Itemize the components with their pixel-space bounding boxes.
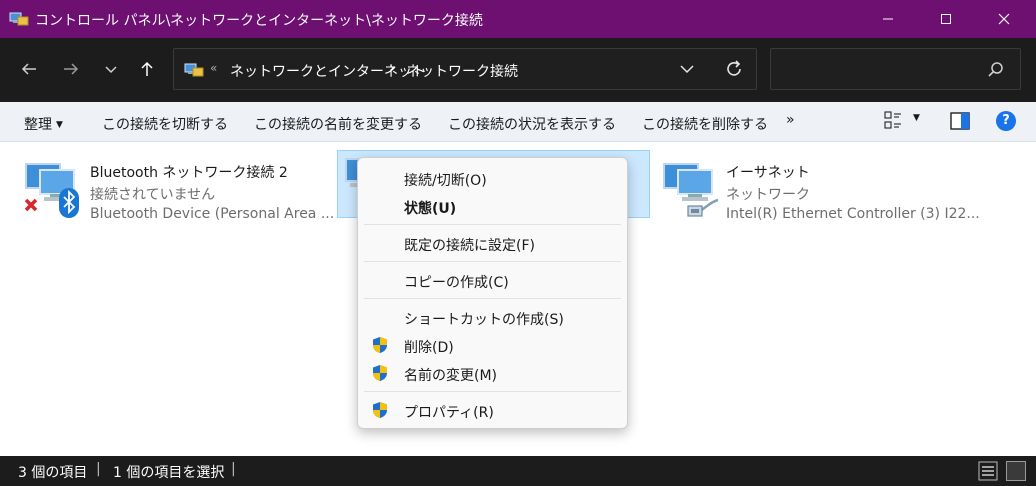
menu-item-connect-disconnect[interactable]: 接続/切断(O) (404, 170, 487, 190)
menu-separator (364, 391, 621, 392)
context-menu: 接続/切断(O) 状態(U) 既定の接続に設定(F) コピーの作成(C) ショー… (357, 157, 628, 429)
connection-item-ethernet[interactable]: イーサネット ネットワーク Intel(R) Ethernet Controll… (658, 150, 988, 222)
address-bar[interactable]: « ネットワークとインターネット › ネットワーク接続 (173, 48, 757, 90)
connection-device: Bluetooth Device (Personal Area ... (90, 206, 335, 222)
up-button[interactable] (132, 54, 162, 84)
refresh-icon[interactable] (722, 57, 746, 81)
large-icons-view-icon[interactable] (1006, 461, 1026, 481)
view-status-button[interactable]: この接続の状況を表示する (448, 114, 616, 134)
network-adapter-icon (24, 163, 79, 218)
caret-down-icon: ▼ (56, 120, 63, 130)
menu-item-status[interactable]: 状態(U) (404, 198, 456, 218)
chevron-down-icon (105, 66, 117, 74)
navigation-bar: « ネットワークとインターネット › ネットワーク接続 (0, 38, 1036, 102)
command-bar: 整理 ▼ この接続を切断する この接続の名前を変更する この接続の状況を表示する … (0, 102, 1036, 142)
selection-count: 1 個の項目を選択 (113, 465, 225, 481)
menu-item-set-default[interactable]: 既定の接続に設定(F) (404, 235, 535, 255)
arrow-up-icon (141, 61, 153, 76)
breadcrumb-network-internet[interactable]: ネットワークとインターネット (230, 61, 426, 81)
connection-status: 接続されていません (90, 187, 216, 203)
uac-shield-icon (373, 337, 387, 353)
arrow-right-icon (64, 63, 79, 75)
status-bar: 3 個の項目 | 1 個の項目を選択 | (0, 456, 1036, 486)
menu-item-create-shortcut[interactable]: ショートカットの作成(S) (404, 309, 564, 329)
preview-pane-icon[interactable] (950, 112, 970, 130)
close-button[interactable] (981, 0, 1027, 38)
status-separator: | (231, 461, 236, 477)
explorer-window: コントロール パネル\ネットワークとインターネット\ネットワーク接続 « ネット… (0, 0, 1036, 486)
network-folder-icon (9, 12, 29, 26)
disconnect-button[interactable]: この接続を切断する (102, 114, 228, 134)
view-options-icon[interactable] (884, 111, 902, 129)
maximize-icon (941, 14, 951, 24)
more-commands-button[interactable]: » (786, 112, 795, 128)
menu-item-rename[interactable]: 名前の変更(M) (404, 365, 497, 385)
status-separator: | (96, 461, 101, 477)
connection-status: ネットワーク (726, 187, 810, 203)
chevron-down-icon[interactable] (676, 58, 698, 80)
menu-item-properties[interactable]: プロパティ(R) (404, 402, 494, 422)
close-icon (998, 13, 1010, 25)
organize-label: 整理 (24, 117, 52, 133)
network-folder-icon (184, 63, 204, 77)
item-count: 3 個の項目 (18, 465, 88, 481)
maximize-button[interactable] (923, 0, 969, 38)
recent-locations-button[interactable] (96, 54, 126, 84)
connection-name: イーサネット (726, 165, 810, 181)
uac-shield-icon (373, 402, 387, 418)
minimize-icon (883, 18, 893, 20)
organize-button[interactable]: 整理 ▼ (24, 114, 63, 134)
menu-separator (364, 224, 621, 225)
menu-separator (364, 261, 621, 262)
search-icon (988, 62, 1003, 77)
rename-connection-button[interactable]: この接続の名前を変更する (254, 114, 422, 134)
menu-separator (364, 298, 621, 299)
minimize-button[interactable] (865, 0, 911, 38)
ethernet-adapter-icon (663, 163, 719, 217)
caret-down-icon[interactable]: ▼ (913, 113, 920, 123)
help-icon[interactable]: ? (996, 111, 1016, 131)
menu-item-delete[interactable]: 削除(D) (404, 337, 454, 357)
address-overflow[interactable]: « (210, 61, 217, 75)
forward-button[interactable] (56, 54, 86, 84)
back-button[interactable] (14, 54, 44, 84)
search-box[interactable] (770, 48, 1021, 90)
arrow-left-icon (21, 63, 36, 75)
title-bar: コントロール パネル\ネットワークとインターネット\ネットワーク接続 (0, 0, 1036, 38)
breadcrumb-network-connections[interactable]: ネットワーク接続 (406, 61, 518, 81)
window-title: コントロール パネル\ネットワークとインターネット\ネットワーク接続 (35, 13, 483, 29)
details-view-icon[interactable] (978, 461, 998, 481)
uac-shield-icon (373, 365, 387, 381)
delete-connection-button[interactable]: この接続を削除する (642, 114, 768, 134)
connection-device: Intel(R) Ethernet Controller (3) I22... (726, 206, 980, 222)
connection-item-bluetooth[interactable]: Bluetooth ネットワーク接続 2 接続されていません Bluetooth… (0, 150, 334, 222)
menu-item-copy[interactable]: コピーの作成(C) (404, 272, 509, 292)
breadcrumb-separator[interactable]: › (389, 60, 395, 76)
connection-name: Bluetooth ネットワーク接続 2 (90, 165, 288, 181)
